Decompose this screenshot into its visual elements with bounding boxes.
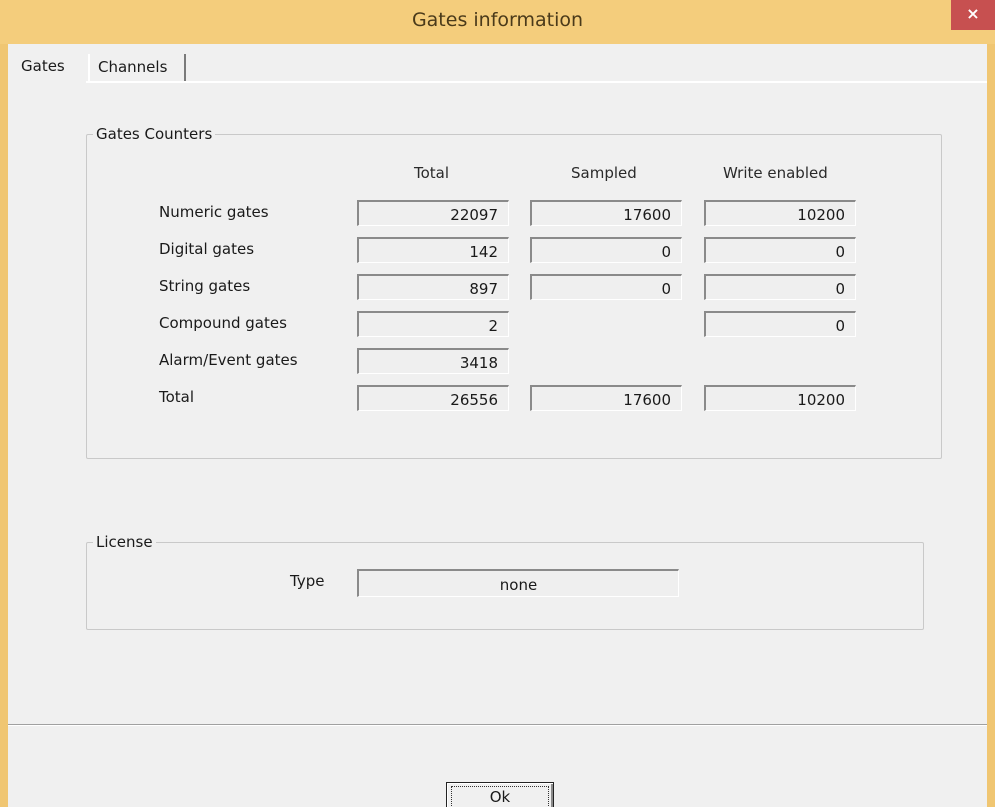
tab-gates[interactable]: Gates <box>12 50 86 80</box>
gates-counters-legend: Gates Counters <box>93 125 216 143</box>
row-label-digital-gates: Digital gates <box>159 240 255 258</box>
total-sampled-field: 17600 <box>530 385 682 411</box>
compound-gates-total-field: 2 <box>357 311 509 337</box>
title-bar[interactable]: Gates information × <box>0 0 995 44</box>
row-label-compound-gates: Compound gates <box>159 314 287 332</box>
row-label-numeric-gates: Numeric gates <box>159 203 269 221</box>
digital-gates-total-field: 142 <box>357 237 509 263</box>
column-header-total: Total <box>414 164 450 182</box>
numeric-gates-write-enabled-field: 10200 <box>704 200 856 226</box>
digital-gates-sampled-field: 0 <box>530 237 682 263</box>
license-type-field: none <box>357 569 679 597</box>
tab-strip: Gates Channels <box>8 50 987 83</box>
alarm-event-gates-total-field: 3418 <box>357 348 509 374</box>
gates-information-window: Gates information × Gates Channels Gates… <box>0 0 995 807</box>
license-legend: License <box>93 533 156 551</box>
window-title: Gates information <box>411 9 584 31</box>
row-label-alarm-event-gates: Alarm/Event gates <box>159 351 298 369</box>
numeric-gates-sampled-field: 17600 <box>530 200 682 226</box>
numeric-gates-total-field: 22097 <box>357 200 509 226</box>
compound-gates-write-enabled-field: 0 <box>704 311 856 337</box>
total-total-field: 26556 <box>357 385 509 411</box>
close-button[interactable]: × <box>951 0 995 30</box>
license-type-label: Type <box>290 572 325 590</box>
string-gates-total-field: 897 <box>357 274 509 300</box>
ok-button-focus-rect <box>451 786 549 807</box>
string-gates-write-enabled-field: 0 <box>704 274 856 300</box>
column-header-sampled: Sampled <box>571 164 637 182</box>
row-label-total: Total <box>159 388 195 406</box>
tab-channels[interactable]: Channels <box>88 54 186 81</box>
digital-gates-write-enabled-field: 0 <box>704 237 856 263</box>
column-header-write-enabled: Write enabled <box>723 164 828 182</box>
row-label-string-gates: String gates <box>159 277 251 295</box>
string-gates-sampled-field: 0 <box>530 274 682 300</box>
total-write-enabled-field: 10200 <box>704 385 856 411</box>
footer-separator <box>8 724 987 726</box>
tab-divider <box>86 81 987 83</box>
dialog-client-area: Gates Channels Gates Counters Total Samp… <box>8 44 987 807</box>
close-icon: × <box>966 4 980 23</box>
